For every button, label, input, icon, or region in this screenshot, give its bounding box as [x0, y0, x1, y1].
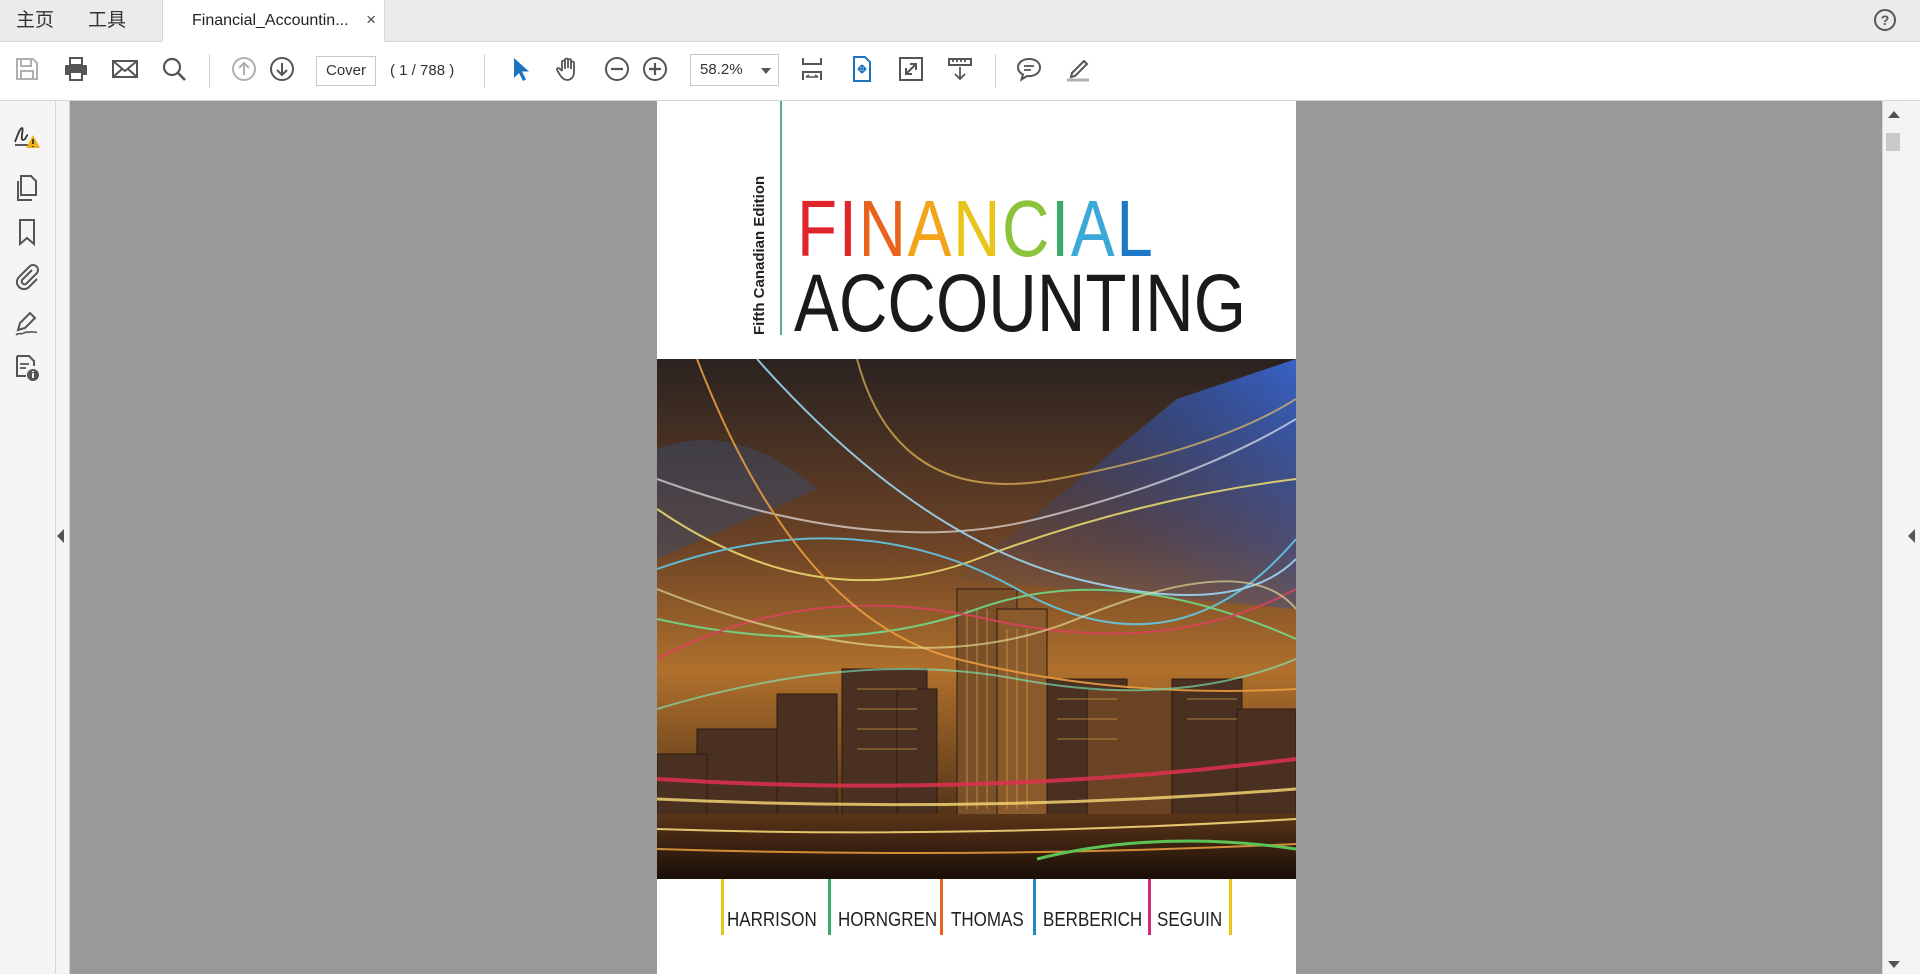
expand-right-pane-icon[interactable] [1908, 529, 1915, 543]
left-navigation-pane [0, 101, 56, 974]
toolbar: Cover ( 1 / 788 ) 58.2% [0, 42, 1920, 101]
document-viewer[interactable]: Fifth Canadian Edition FINANCIAL ACCOUNT… [56, 101, 1882, 974]
tab-bar: 主页 工具 Financial_Accountin... × ? [0, 0, 1920, 43]
comment-icon[interactable] [1014, 54, 1044, 84]
cover-accent-line [780, 101, 782, 335]
author-name: BERBERICH [1043, 909, 1143, 931]
title-letter: A [1070, 184, 1117, 273]
document-page: Fifth Canadian Edition FINANCIAL ACCOUNT… [657, 101, 1296, 974]
zoom-select[interactable]: 58.2% [690, 54, 779, 86]
read-mode-icon[interactable] [945, 54, 975, 84]
document-tab[interactable]: Financial_Accountin... × [162, 0, 385, 43]
title-letter: L [1116, 184, 1155, 273]
zoom-out-icon[interactable] [602, 54, 632, 84]
help-icon[interactable]: ? [1874, 9, 1896, 31]
chevron-down-icon [761, 68, 771, 74]
author-name: HARRISON [727, 909, 817, 931]
print-icon[interactable] [61, 54, 91, 84]
search-icon[interactable] [159, 54, 189, 84]
title-letter: I [1051, 184, 1071, 273]
fill-sign-icon[interactable] [10, 306, 44, 340]
bookmark-icon[interactable] [10, 215, 44, 249]
title-letter: A [907, 184, 954, 273]
title-letter: F [797, 184, 839, 273]
fit-page-icon[interactable] [847, 54, 877, 84]
home-tab[interactable]: 主页 [16, 0, 54, 42]
edition-text: Fifth Canadian Edition [751, 175, 768, 335]
author-name: SEGUIN [1157, 909, 1223, 931]
vertical-scrollbar[interactable] [1882, 101, 1904, 974]
author-accent-bar [721, 879, 724, 935]
save-icon[interactable] [12, 54, 42, 84]
page-thumbnails-icon[interactable] [10, 171, 44, 205]
signature-warning-icon[interactable] [10, 120, 44, 154]
author-name: THOMAS [951, 909, 1024, 931]
right-pane-toggle[interactable] [1904, 101, 1920, 974]
page-count: ( 1 / 788 ) [390, 62, 455, 79]
cover-header: Fifth Canadian Edition FINANCIAL ACCOUNT… [657, 101, 1296, 359]
author-accent-bar [940, 879, 943, 935]
hand-tool-icon[interactable] [553, 54, 583, 84]
author-accent-bar [1229, 879, 1232, 935]
document-tab-label: Financial_Accountin... [192, 12, 349, 29]
previous-page-icon[interactable] [229, 54, 259, 84]
author-name: HORNGREN [838, 909, 938, 931]
title-letter: N [953, 184, 1003, 273]
zoom-in-icon[interactable] [640, 54, 670, 84]
title-letter: I [838, 184, 859, 273]
scroll-up-icon[interactable] [1888, 111, 1900, 118]
author-accent-bar [1148, 879, 1151, 935]
cover-authors: HARRISON HORNGREN THOMAS BERBERICH SEGUIN [657, 879, 1296, 974]
title-letter: N [858, 184, 908, 273]
scroll-down-icon[interactable] [1888, 961, 1900, 968]
zoom-value: 58.2% [700, 61, 743, 78]
highlight-pen-icon[interactable] [1063, 54, 1093, 84]
document-properties-icon[interactable] [10, 351, 44, 385]
select-cursor-icon[interactable] [505, 54, 535, 84]
cover-title-line2: ACCOUNTING [794, 258, 1246, 349]
attachment-icon[interactable] [10, 259, 44, 293]
collapse-left-pane-icon[interactable] [57, 529, 64, 543]
scroll-mode-icon[interactable] [797, 54, 827, 84]
scroll-thumb[interactable] [1886, 133, 1900, 151]
page-number-input[interactable]: Cover [316, 56, 376, 86]
tools-tab[interactable]: 工具 [88, 0, 126, 42]
full-screen-icon[interactable] [896, 54, 926, 84]
title-letter: C [1002, 184, 1052, 273]
cover-title-line1: FINANCIAL [797, 189, 1154, 269]
author-accent-bar [1033, 879, 1036, 935]
cover-photo-city-lights [657, 359, 1296, 879]
author-accent-bar [828, 879, 831, 935]
close-icon[interactable]: × [366, 0, 376, 40]
next-page-icon[interactable] [267, 54, 297, 84]
email-icon[interactable] [110, 54, 140, 84]
